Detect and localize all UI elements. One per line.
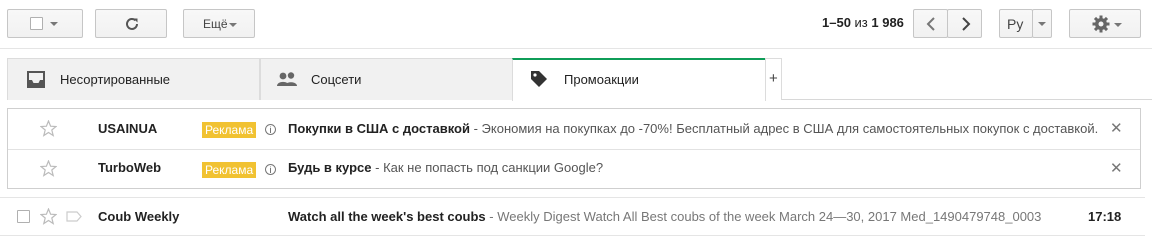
email-time: 17:18 [1088, 209, 1122, 224]
pager-range: 1–50 [822, 15, 851, 30]
more-label: Ещё [203, 17, 228, 31]
ad-subject: Покупки в США с доставкой [288, 121, 470, 136]
refresh-icon [126, 17, 138, 30]
pager-of: из [850, 15, 872, 30]
email-row[interactable]: Coub Weekly Watch all the week's best co… [0, 197, 1145, 236]
ad-badge: Реклама [202, 162, 257, 178]
next-page-button[interactable] [947, 9, 982, 38]
chevron-right-icon [962, 17, 971, 31]
info-icon[interactable]: i [265, 124, 276, 135]
ad-sender: USAINUA [98, 121, 158, 136]
more-button[interactable]: Ещё [183, 9, 255, 38]
tab-promotions[interactable]: Промоакции [512, 58, 766, 101]
close-icon[interactable]: ✕ [1110, 119, 1123, 137]
ad-subject: Будь в курсе [288, 160, 372, 175]
ad-badge: Реклама [202, 122, 257, 138]
chevron-down-icon [229, 23, 237, 27]
select-all-button[interactable] [7, 9, 83, 38]
pager-total: 1 986 [871, 15, 904, 30]
ad-text: Будь в курсе - Как не попасть под санкци… [288, 160, 603, 175]
ad-text: Покупки в США с доставкой - Экономия на … [288, 121, 1098, 136]
star-icon[interactable] [40, 208, 57, 225]
tab-label: Промоакции [564, 72, 639, 87]
tag-icon [531, 71, 547, 87]
refresh-button[interactable] [95, 9, 167, 38]
info-icon[interactable]: i [265, 164, 276, 175]
chevron-down-icon [50, 22, 58, 26]
tab-label: Соцсети [311, 72, 362, 87]
chevron-left-icon [926, 17, 935, 31]
add-tab-button[interactable]: + [765, 58, 782, 100]
ad-snippet: - Как не попасть под санкции Google? [371, 160, 604, 175]
inbox-icon [27, 71, 45, 88]
chevron-down-icon [1038, 22, 1046, 26]
plus-icon: + [769, 70, 778, 87]
pager-text: 1–50 из 1 986 [822, 15, 904, 30]
toolbar-divider [0, 48, 1152, 49]
email-snippet: - Weekly Digest Watch All Best coubs of … [485, 209, 1042, 224]
star-icon[interactable] [40, 160, 57, 177]
gear-icon [1092, 15, 1110, 33]
email-sender: Coub Weekly [98, 209, 180, 224]
language-label: Ру [1007, 16, 1024, 32]
importance-marker-icon[interactable] [66, 211, 82, 222]
ad-sender: TurboWeb [98, 160, 162, 175]
chevron-down-icon [1114, 23, 1122, 27]
input-tools-button[interactable]: Ру [999, 9, 1033, 38]
tab-social[interactable]: Соцсети [260, 58, 513, 100]
close-icon[interactable]: ✕ [1110, 159, 1123, 177]
email-text: Watch all the week's best coubs - Weekly… [288, 209, 1041, 224]
tab-label: Несортированные [60, 72, 171, 87]
people-icon [277, 72, 297, 86]
email-subject: Watch all the week's best coubs [288, 209, 486, 224]
prev-page-button[interactable] [913, 9, 948, 38]
select-all-checkbox[interactable] [30, 17, 43, 30]
settings-button[interactable] [1069, 9, 1141, 38]
row-checkbox[interactable] [17, 210, 30, 223]
ad-snippet: - Экономия на покупках до -70%! Бесплатн… [470, 121, 1099, 136]
tab-primary[interactable]: Несортированные [7, 58, 260, 100]
star-icon[interactable] [40, 120, 57, 137]
ad-row[interactable]: USAINUA Реклама i Покупки в США с достав… [8, 109, 1140, 148]
input-tools-dropdown[interactable] [1032, 9, 1052, 38]
ad-row[interactable]: TurboWeb Реклама i Будь в курсе - Как не… [8, 149, 1140, 188]
